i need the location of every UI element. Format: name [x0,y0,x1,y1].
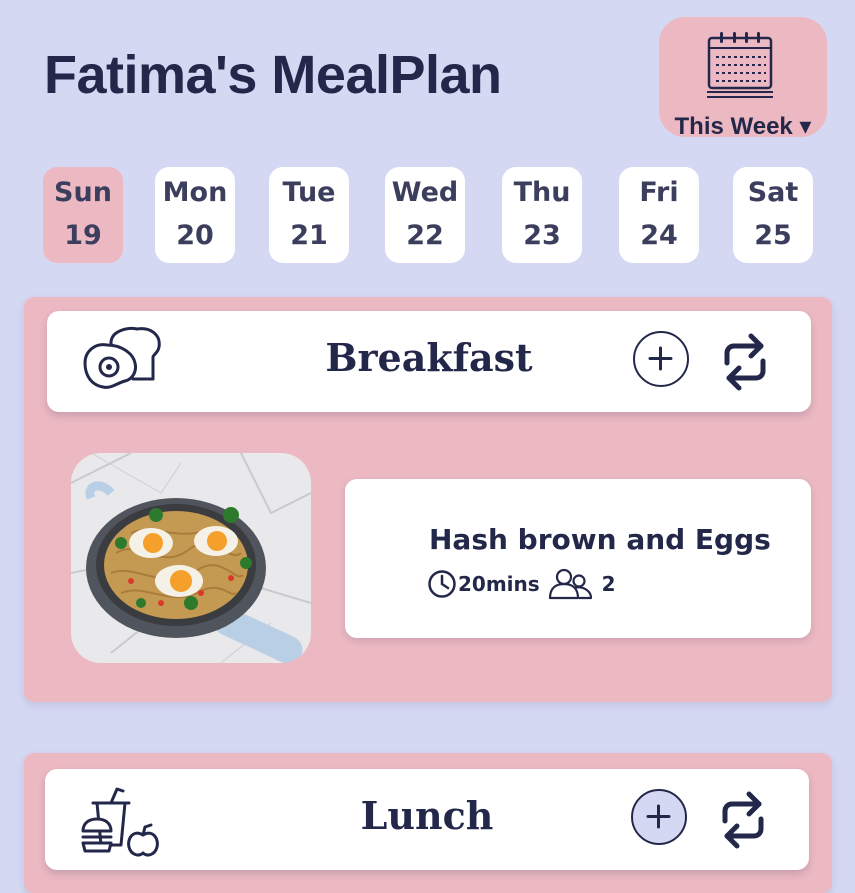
meal-title: Breakfast [325,335,533,380]
meal-section-lunch: Lunch [24,753,832,893]
day-date: 24 [640,220,678,251]
meal-header-breakfast: Breakfast [47,311,811,412]
page-title: Fatima's MealPlan [44,45,502,105]
skillet-dish-image [71,453,311,663]
day-tab-wed[interactable]: Wed 22 [385,167,465,263]
day-date: 22 [406,220,444,251]
week-selector-label: This Week ▾ [674,113,812,140]
day-tab-thu[interactable]: Thu 23 [502,167,582,263]
day-name: Wed [391,177,459,208]
day-name: Fri [639,177,679,208]
recipe-servings: 2 [601,572,616,596]
add-meal-button[interactable] [631,789,687,845]
day-tab-fri[interactable]: Fri 24 [619,167,699,263]
recipe-name: Hash brown and Eggs [429,523,771,556]
day-tab-sun[interactable]: Sun 19 [43,167,123,263]
day-name: Sat [747,177,799,208]
week-selector-button[interactable]: This Week ▾ [659,17,827,140]
plus-icon [646,804,671,829]
meal-section-breakfast: Breakfast Hash brown and Eggs 20mins 2 [24,297,832,702]
day-name: Sun [54,177,112,208]
day-tab-sat[interactable]: Sat 25 [733,167,813,263]
clock-icon [428,570,456,598]
swap-meal-button[interactable] [721,331,769,393]
day-date: 21 [290,220,328,251]
day-date: 23 [523,220,561,251]
day-selector: Sun 19 Mon 20 Tue 21 Wed 22 Thu 23 Fri 2… [0,167,855,263]
recipe-meta: 20mins 2 [427,568,616,600]
day-tab-tue[interactable]: Tue 21 [269,167,349,263]
meal-title: Lunch [360,793,494,838]
refresh-icon [724,333,766,391]
day-date: 20 [176,220,214,251]
recipe-time: 20mins [458,572,540,596]
day-date: 25 [754,220,792,251]
day-name: Mon [162,177,228,208]
add-meal-button[interactable] [633,331,689,387]
recipe-card[interactable]: Hash brown and Eggs 20mins 2 [345,479,811,638]
meal-header-lunch: Lunch [45,769,809,870]
people-icon [548,568,592,600]
day-date: 19 [64,220,102,251]
day-tab-mon[interactable]: Mon 20 [155,167,235,263]
swap-meal-button[interactable] [719,789,767,851]
plus-icon [648,346,673,371]
refresh-icon [722,791,764,849]
day-name: Tue [282,177,336,208]
calendar-icon [707,32,773,98]
recipe-image[interactable] [71,453,311,663]
day-name: Thu [513,177,571,208]
